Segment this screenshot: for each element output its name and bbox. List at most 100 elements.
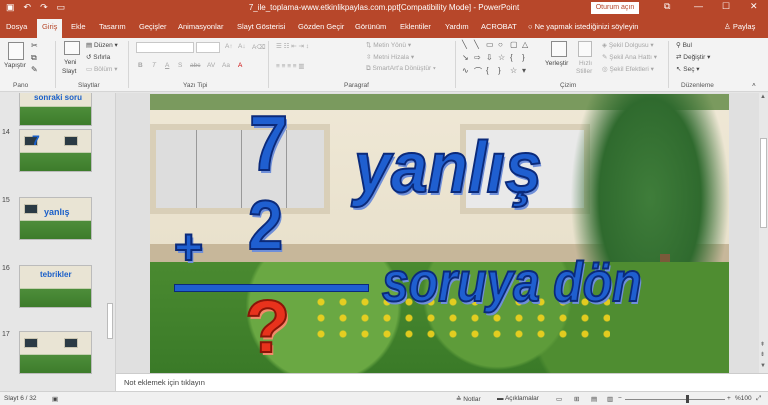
quick-styles-icon[interactable] — [578, 41, 592, 57]
thumbnail-scrollbar[interactable] — [107, 303, 113, 339]
line-shape-icon[interactable]: ╲ — [462, 40, 467, 49]
maximize-icon[interactable]: ☐ — [722, 1, 730, 12]
slide-thumbnail[interactable]: 7 — [19, 129, 92, 172]
shadow-button[interactable]: S — [178, 62, 182, 69]
new-slide-icon[interactable] — [64, 41, 80, 55]
brace-shape-icon[interactable]: { — [486, 66, 489, 75]
align-text-button[interactable]: ⇳ Metni Hizala ▾ — [366, 53, 414, 61]
rectangle-shape-icon[interactable]: ▭ — [486, 40, 494, 49]
previous-slide-icon[interactable]: ⇞ — [760, 341, 765, 348]
current-slide[interactable]: 7 2 + yanlış soruya dön ? — [150, 94, 729, 373]
scroll-down-icon[interactable]: ▼ — [760, 363, 766, 369]
arrow-shape-icon[interactable]: ⇨ — [474, 53, 481, 62]
alignment-icons[interactable]: ≡ ≡ ≡ ≡ ▥ — [276, 62, 305, 70]
addend-seven[interactable]: 7 — [248, 103, 289, 183]
tab-gecisler[interactable]: Geçişler — [139, 22, 167, 31]
rounded-rect-shape-icon[interactable]: ▢ — [510, 40, 518, 49]
comments-toggle-button[interactable]: ▬ Açıklamalar — [497, 395, 539, 402]
tab-gozden-gecir[interactable]: Gözden Geçir — [298, 22, 344, 31]
scroll-up-icon[interactable]: ▲ — [760, 94, 766, 100]
slideshow-view-icon[interactable]: ▥ — [607, 395, 613, 403]
next-slide-icon[interactable]: ⇟ — [760, 351, 765, 358]
find-button[interactable]: ⚲ Bul — [676, 41, 692, 49]
arc-shape-icon[interactable]: ⌒ — [474, 66, 482, 77]
shape-fill-button[interactable]: ◈ Şekil Dolgusu ▾ — [602, 41, 654, 49]
close-icon[interactable]: ✕ — [750, 1, 758, 12]
section-button[interactable]: ▭ Bölüm ▾ — [86, 65, 117, 73]
quick-styles-button[interactable]: Hızlı — [579, 60, 592, 67]
brace-shape-icon[interactable]: } — [498, 66, 501, 75]
line-shape-icon[interactable]: ╲ — [474, 40, 479, 49]
slide-thumbnail[interactable]: yanlış — [19, 197, 92, 240]
slide-scrollbar[interactable]: ▲ ⇞ ⇟ ▼ — [759, 93, 768, 373]
zoom-slider[interactable] — [625, 399, 725, 400]
share-button[interactable]: ♙ Paylaş — [724, 22, 755, 31]
star-shape-icon[interactable]: ☆ — [498, 53, 505, 62]
slide-thumbnail[interactable]: tebrikler — [19, 265, 92, 308]
arrow-shape-icon[interactable]: ↘ — [462, 53, 469, 62]
tab-yardim[interactable]: Yardım — [445, 22, 469, 31]
arrow-shape-icon[interactable]: ⇩ — [486, 53, 493, 62]
tab-slayt-gosterisi[interactable]: Slayt Gösterisi — [237, 22, 285, 31]
normal-view-icon[interactable]: ▭ — [556, 395, 562, 403]
character-spacing-button[interactable]: AV — [207, 62, 215, 69]
brace-shape-icon[interactable]: } — [522, 53, 525, 62]
font-name-dropdown[interactable] — [136, 42, 194, 53]
grow-font-icon[interactable]: A↑ — [225, 43, 233, 50]
tab-giris[interactable]: Giriş — [37, 19, 63, 38]
zoom-in-icon[interactable]: + — [727, 395, 731, 402]
ribbon-display-options-icon[interactable]: ⧉ — [664, 1, 670, 12]
star-shape-icon[interactable]: ☆ — [510, 66, 517, 75]
slide-thumbnail[interactable] — [19, 331, 92, 374]
spelling-check-icon[interactable]: ▣ — [52, 395, 58, 403]
more-shapes-icon[interactable]: ▾ — [522, 66, 526, 75]
paste-button[interactable]: Yapıştır — [4, 62, 26, 69]
bullets-icon[interactable]: ☰ ☷ ⇤ ⇥ ↕ — [276, 42, 309, 50]
font-size-dropdown[interactable] — [196, 42, 220, 53]
reset-button[interactable]: ↺ Sıfırla — [86, 53, 110, 61]
tab-ekle[interactable]: Ekle — [71, 22, 86, 31]
slide-thumbnail[interactable]: sonraki soru — [19, 93, 92, 126]
format-painter-icon[interactable]: ✎ — [31, 65, 38, 74]
collapse-ribbon-icon[interactable]: ˄ — [752, 82, 756, 89]
copy-icon[interactable]: ⧉ — [31, 53, 37, 63]
select-button[interactable]: ↖ Seç ▾ — [676, 65, 700, 73]
fit-to-window-icon[interactable]: ⤢ — [756, 395, 761, 403]
reading-view-icon[interactable]: ▤ — [591, 395, 597, 403]
curve-shape-icon[interactable]: ∿ — [462, 66, 469, 75]
addend-two[interactable]: 2 — [247, 189, 284, 261]
wrong-answer-text[interactable]: yanlış — [353, 131, 543, 205]
notes-toggle-button[interactable]: ≙ Notlar — [456, 395, 481, 403]
paste-icon[interactable] — [8, 42, 24, 60]
shrink-font-icon[interactable]: A↓ — [238, 43, 246, 50]
change-case-button[interactable]: Aa — [222, 62, 230, 69]
tab-eklentiler[interactable]: Eklentiler — [400, 22, 431, 31]
italic-button[interactable]: T — [152, 62, 156, 69]
arrange-button[interactable]: Yerleştir — [545, 60, 568, 67]
arrange-icon[interactable] — [551, 41, 567, 57]
slide-scrollbar-thumb[interactable] — [760, 138, 767, 228]
tab-gorunum[interactable]: Görünüm — [355, 22, 386, 31]
tab-tasarim[interactable]: Tasarım — [99, 22, 126, 31]
underline-button[interactable]: A — [165, 62, 169, 69]
question-mark[interactable]: ? — [244, 289, 291, 365]
slide-sorter-view-icon[interactable]: ⊞ — [574, 395, 579, 403]
shape-effects-button[interactable]: ◎ Şekil Efektleri ▾ — [602, 65, 654, 73]
shape-outline-button[interactable]: ✎ Şekil Ana Hattı ▾ — [602, 53, 657, 61]
cut-icon[interactable]: ✂ — [31, 41, 38, 50]
tab-acrobat[interactable]: ACROBAT — [481, 22, 517, 31]
strikethrough-button[interactable]: abc — [190, 62, 200, 69]
zoom-out-icon[interactable]: − — [618, 395, 622, 402]
tell-me-search[interactable]: ○ Ne yapmak istediğinizi söyleyin — [528, 22, 638, 31]
text-direction-button[interactable]: ⇅ Metin Yönü ▾ — [366, 41, 411, 49]
zoom-slider-thumb[interactable] — [686, 395, 689, 403]
oval-shape-icon[interactable]: ○ — [498, 40, 503, 49]
notes-pane[interactable]: Not eklemek için tıklayın — [116, 373, 768, 391]
clear-formatting-icon[interactable]: A⌫ — [252, 43, 266, 51]
bold-button[interactable]: B — [138, 62, 143, 69]
font-color-button[interactable]: A — [238, 62, 242, 69]
smartart-button[interactable]: ⧉ SmartArt'a Dönüştür ▾ — [366, 65, 436, 73]
replace-button[interactable]: ⇄ Değiştir ▾ — [676, 53, 710, 61]
tab-animasyonlar[interactable]: Animasyonlar — [178, 22, 223, 31]
tab-dosya[interactable]: Dosya — [6, 22, 27, 31]
